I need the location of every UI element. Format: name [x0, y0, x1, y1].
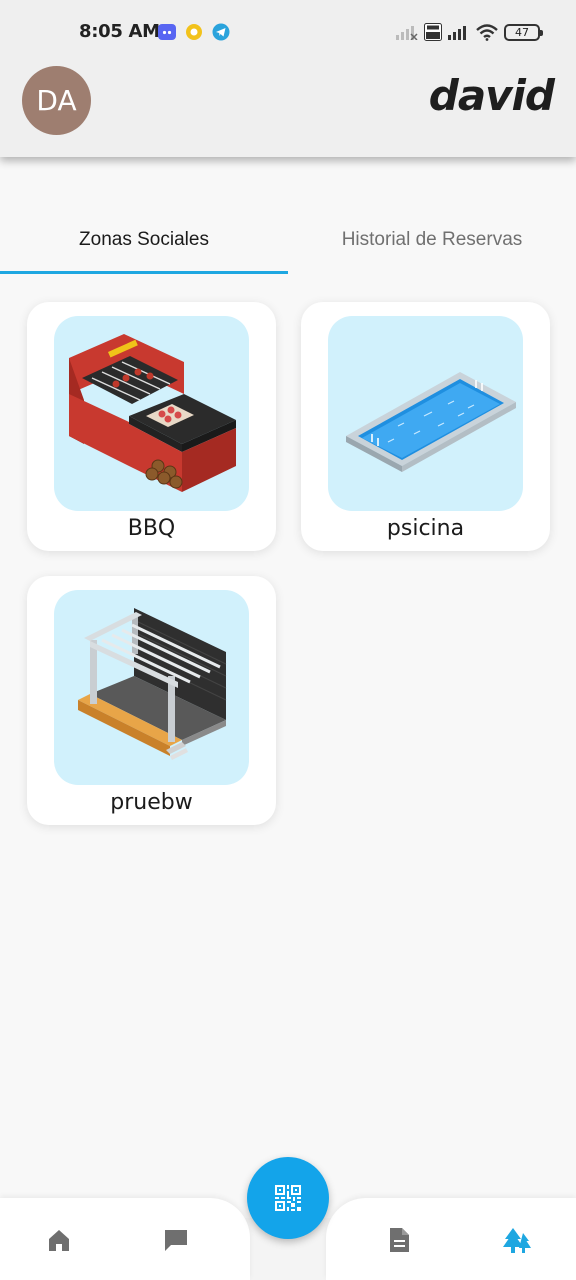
username: david	[428, 71, 555, 120]
nav-left-panel	[0, 1198, 250, 1280]
swimming-pool-image	[346, 372, 516, 472]
wifi-icon	[476, 23, 498, 41]
nav-zones-button[interactable]	[501, 1226, 531, 1256]
nav-home-button[interactable]	[45, 1226, 75, 1256]
zone-thumbnail	[54, 316, 249, 511]
zone-thumbnail	[328, 316, 523, 511]
tab-label: Historial de Reservas	[341, 229, 523, 250]
discord-icon	[158, 24, 176, 40]
tab-label: Zonas Sociales	[79, 229, 209, 250]
zone-card-pruebw[interactable]: pruebw	[27, 576, 276, 825]
system-icons: 47	[396, 22, 543, 42]
bbq-grill-image	[69, 334, 236, 492]
trees-icon	[503, 1228, 531, 1253]
nav-right-panel	[326, 1198, 576, 1280]
signal-x-icon	[396, 26, 418, 40]
app-header: 8:05 AM 47 DA david	[0, 0, 576, 157]
document-icon	[390, 1228, 409, 1252]
tab-zonas-sociales[interactable]: Zonas Sociales	[0, 205, 288, 275]
pergola-image	[78, 608, 227, 760]
zone-name: pruebw	[110, 790, 193, 815]
volte-icon	[424, 23, 442, 41]
chat-icon	[165, 1230, 187, 1251]
zone-thumbnail	[54, 590, 249, 785]
circle-app-icon	[186, 24, 202, 40]
battery-level: 47	[515, 25, 529, 39]
avatar[interactable]: DA	[22, 66, 91, 135]
tab-historial-de-reservas[interactable]: Historial de Reservas	[288, 205, 576, 275]
qr-scan-button[interactable]	[247, 1157, 329, 1239]
notification-icons	[158, 23, 230, 41]
telegram-icon	[212, 23, 230, 41]
signal-icon	[448, 26, 466, 40]
battery-icon: 47	[504, 23, 543, 41]
avatar-initials: DA	[36, 84, 77, 117]
tab-indicator	[0, 271, 288, 274]
nav-chat-button[interactable]	[162, 1226, 192, 1256]
status-bar: 8:05 AM 47	[0, 0, 576, 64]
tab-bar: Zonas Sociales Historial de Reservas	[0, 205, 576, 275]
status-time: 8:05 AM	[79, 21, 160, 42]
nav-document-button[interactable]	[386, 1226, 416, 1256]
qr-code-icon	[275, 1185, 301, 1211]
zone-name: psicina	[386, 516, 465, 541]
zone-name: BBQ	[127, 516, 176, 541]
home-icon	[49, 1230, 69, 1251]
zone-card-bbq[interactable]: BBQ	[27, 302, 276, 551]
zone-card-psicina[interactable]: psicina	[301, 302, 550, 551]
